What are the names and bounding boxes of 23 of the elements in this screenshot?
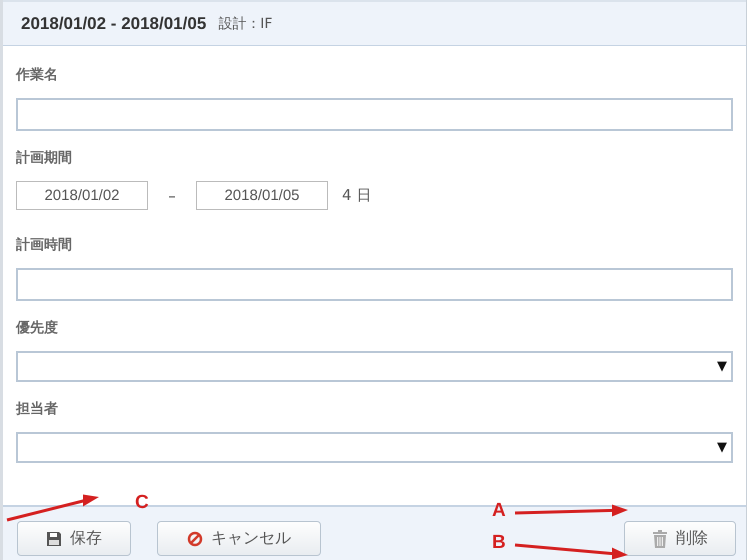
field-label: 作業名 — [16, 66, 59, 84]
field-label: 計画時間 — [16, 236, 73, 254]
date-field[interactable]: 2018/01/05 — [196, 181, 328, 210]
prohibited-icon — [187, 530, 203, 546]
trash-can-icon — [652, 530, 668, 548]
save-button[interactable]: 保存 — [17, 521, 131, 556]
dropdown-field[interactable]: ▼ — [16, 432, 733, 463]
dropdown-field[interactable]: ▼ — [16, 351, 733, 382]
text-field[interactable] — [16, 98, 733, 131]
annotation-label: C — [135, 492, 149, 514]
delete-button[interactable]: 削除 — [624, 521, 736, 556]
range-separator: – — [167, 186, 177, 204]
dialog-title: 2018/01/02 - 2018/01/05 — [21, 14, 206, 34]
dialog-subtitle: 設計：IF — [218, 14, 272, 32]
date-field[interactable]: 2018/01/02 — [16, 181, 148, 210]
day-count: 4 日 — [342, 186, 372, 205]
annotation-label: B — [492, 532, 506, 554]
field-label: 計画期間 — [16, 149, 73, 167]
annotation-label: A — [492, 500, 506, 522]
cancel-button[interactable]: キャンセル — [157, 521, 321, 556]
text-field[interactable] — [16, 268, 733, 301]
field-label: 担当者 — [16, 400, 59, 418]
field-label: 優先度 — [16, 319, 59, 337]
